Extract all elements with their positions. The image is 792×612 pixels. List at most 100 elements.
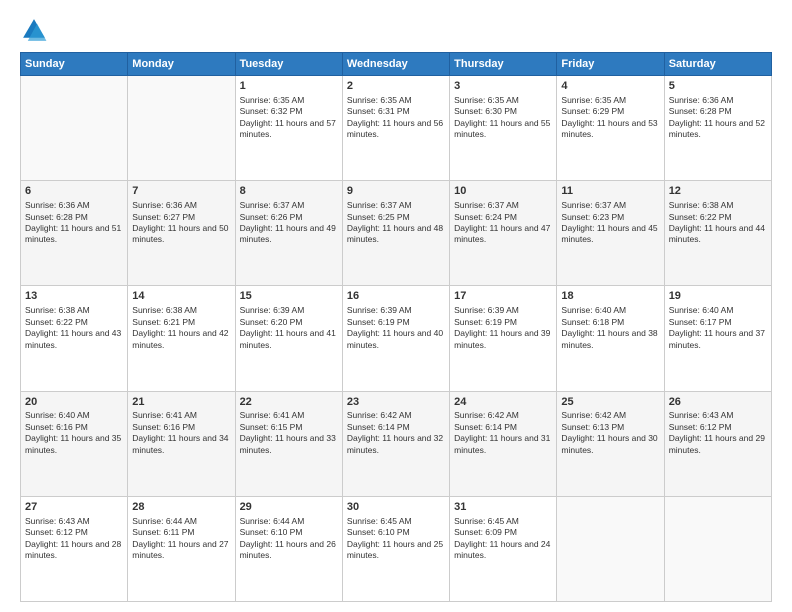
- calendar-cell: [128, 76, 235, 181]
- day-number: 27: [25, 500, 123, 515]
- column-header-friday: Friday: [557, 53, 664, 76]
- day-number: 3: [454, 79, 552, 94]
- day-info: Sunrise: 6:44 AMSunset: 6:11 PMDaylight:…: [132, 516, 230, 562]
- column-header-thursday: Thursday: [450, 53, 557, 76]
- calendar-cell: 26Sunrise: 6:43 AMSunset: 6:12 PMDayligh…: [664, 391, 771, 496]
- day-number: 17: [454, 289, 552, 304]
- calendar-cell: 7Sunrise: 6:36 AMSunset: 6:27 PMDaylight…: [128, 181, 235, 286]
- calendar-week-row: 13Sunrise: 6:38 AMSunset: 6:22 PMDayligh…: [21, 286, 772, 391]
- day-info: Sunrise: 6:42 AMSunset: 6:14 PMDaylight:…: [347, 410, 445, 456]
- calendar-cell: 25Sunrise: 6:42 AMSunset: 6:13 PMDayligh…: [557, 391, 664, 496]
- day-info: Sunrise: 6:38 AMSunset: 6:22 PMDaylight:…: [25, 305, 123, 351]
- day-info: Sunrise: 6:42 AMSunset: 6:13 PMDaylight:…: [561, 410, 659, 456]
- logo-icon: [20, 16, 48, 44]
- day-number: 12: [669, 184, 767, 199]
- calendar-cell: 8Sunrise: 6:37 AMSunset: 6:26 PMDaylight…: [235, 181, 342, 286]
- day-info: Sunrise: 6:45 AMSunset: 6:10 PMDaylight:…: [347, 516, 445, 562]
- calendar-cell: 17Sunrise: 6:39 AMSunset: 6:19 PMDayligh…: [450, 286, 557, 391]
- day-number: 5: [669, 79, 767, 94]
- day-number: 21: [132, 395, 230, 410]
- calendar-cell: 28Sunrise: 6:44 AMSunset: 6:11 PMDayligh…: [128, 496, 235, 601]
- day-info: Sunrise: 6:39 AMSunset: 6:20 PMDaylight:…: [240, 305, 338, 351]
- day-number: 20: [25, 395, 123, 410]
- day-info: Sunrise: 6:39 AMSunset: 6:19 PMDaylight:…: [347, 305, 445, 351]
- day-info: Sunrise: 6:43 AMSunset: 6:12 PMDaylight:…: [25, 516, 123, 562]
- day-number: 23: [347, 395, 445, 410]
- day-number: 2: [347, 79, 445, 94]
- calendar-cell: 3Sunrise: 6:35 AMSunset: 6:30 PMDaylight…: [450, 76, 557, 181]
- day-number: 14: [132, 289, 230, 304]
- day-info: Sunrise: 6:36 AMSunset: 6:28 PMDaylight:…: [25, 200, 123, 246]
- day-number: 13: [25, 289, 123, 304]
- day-number: 9: [347, 184, 445, 199]
- calendar-header-row: SundayMondayTuesdayWednesdayThursdayFrid…: [21, 53, 772, 76]
- calendar-cell: 5Sunrise: 6:36 AMSunset: 6:28 PMDaylight…: [664, 76, 771, 181]
- day-info: Sunrise: 6:36 AMSunset: 6:28 PMDaylight:…: [669, 95, 767, 141]
- day-info: Sunrise: 6:40 AMSunset: 6:17 PMDaylight:…: [669, 305, 767, 351]
- day-number: 7: [132, 184, 230, 199]
- calendar-cell: 31Sunrise: 6:45 AMSunset: 6:09 PMDayligh…: [450, 496, 557, 601]
- calendar-cell: 4Sunrise: 6:35 AMSunset: 6:29 PMDaylight…: [557, 76, 664, 181]
- calendar-week-row: 27Sunrise: 6:43 AMSunset: 6:12 PMDayligh…: [21, 496, 772, 601]
- day-info: Sunrise: 6:41 AMSunset: 6:15 PMDaylight:…: [240, 410, 338, 456]
- column-header-tuesday: Tuesday: [235, 53, 342, 76]
- calendar-cell: [21, 76, 128, 181]
- day-number: 16: [347, 289, 445, 304]
- day-number: 18: [561, 289, 659, 304]
- calendar-cell: 18Sunrise: 6:40 AMSunset: 6:18 PMDayligh…: [557, 286, 664, 391]
- day-info: Sunrise: 6:45 AMSunset: 6:09 PMDaylight:…: [454, 516, 552, 562]
- day-info: Sunrise: 6:35 AMSunset: 6:29 PMDaylight:…: [561, 95, 659, 141]
- day-number: 19: [669, 289, 767, 304]
- day-number: 11: [561, 184, 659, 199]
- calendar-cell: [664, 496, 771, 601]
- page: SundayMondayTuesdayWednesdayThursdayFrid…: [0, 0, 792, 612]
- calendar-cell: 13Sunrise: 6:38 AMSunset: 6:22 PMDayligh…: [21, 286, 128, 391]
- day-number: 29: [240, 500, 338, 515]
- day-info: Sunrise: 6:40 AMSunset: 6:16 PMDaylight:…: [25, 410, 123, 456]
- calendar-week-row: 20Sunrise: 6:40 AMSunset: 6:16 PMDayligh…: [21, 391, 772, 496]
- column-header-wednesday: Wednesday: [342, 53, 449, 76]
- calendar-cell: 10Sunrise: 6:37 AMSunset: 6:24 PMDayligh…: [450, 181, 557, 286]
- calendar-week-row: 6Sunrise: 6:36 AMSunset: 6:28 PMDaylight…: [21, 181, 772, 286]
- day-info: Sunrise: 6:44 AMSunset: 6:10 PMDaylight:…: [240, 516, 338, 562]
- calendar-cell: 12Sunrise: 6:38 AMSunset: 6:22 PMDayligh…: [664, 181, 771, 286]
- calendar-cell: 23Sunrise: 6:42 AMSunset: 6:14 PMDayligh…: [342, 391, 449, 496]
- day-number: 10: [454, 184, 552, 199]
- calendar-cell: 29Sunrise: 6:44 AMSunset: 6:10 PMDayligh…: [235, 496, 342, 601]
- day-number: 26: [669, 395, 767, 410]
- day-info: Sunrise: 6:35 AMSunset: 6:31 PMDaylight:…: [347, 95, 445, 141]
- day-info: Sunrise: 6:43 AMSunset: 6:12 PMDaylight:…: [669, 410, 767, 456]
- day-info: Sunrise: 6:38 AMSunset: 6:21 PMDaylight:…: [132, 305, 230, 351]
- column-header-saturday: Saturday: [664, 53, 771, 76]
- day-info: Sunrise: 6:42 AMSunset: 6:14 PMDaylight:…: [454, 410, 552, 456]
- day-info: Sunrise: 6:37 AMSunset: 6:24 PMDaylight:…: [454, 200, 552, 246]
- calendar-cell: 6Sunrise: 6:36 AMSunset: 6:28 PMDaylight…: [21, 181, 128, 286]
- day-number: 30: [347, 500, 445, 515]
- calendar-cell: 20Sunrise: 6:40 AMSunset: 6:16 PMDayligh…: [21, 391, 128, 496]
- day-number: 15: [240, 289, 338, 304]
- day-number: 28: [132, 500, 230, 515]
- calendar-cell: 14Sunrise: 6:38 AMSunset: 6:21 PMDayligh…: [128, 286, 235, 391]
- day-info: Sunrise: 6:39 AMSunset: 6:19 PMDaylight:…: [454, 305, 552, 351]
- calendar-cell: 16Sunrise: 6:39 AMSunset: 6:19 PMDayligh…: [342, 286, 449, 391]
- column-header-sunday: Sunday: [21, 53, 128, 76]
- calendar-cell: 1Sunrise: 6:35 AMSunset: 6:32 PMDaylight…: [235, 76, 342, 181]
- day-number: 25: [561, 395, 659, 410]
- calendar-cell: 30Sunrise: 6:45 AMSunset: 6:10 PMDayligh…: [342, 496, 449, 601]
- calendar-cell: 9Sunrise: 6:37 AMSunset: 6:25 PMDaylight…: [342, 181, 449, 286]
- calendar-cell: 2Sunrise: 6:35 AMSunset: 6:31 PMDaylight…: [342, 76, 449, 181]
- day-info: Sunrise: 6:38 AMSunset: 6:22 PMDaylight:…: [669, 200, 767, 246]
- day-number: 8: [240, 184, 338, 199]
- calendar-cell: 11Sunrise: 6:37 AMSunset: 6:23 PMDayligh…: [557, 181, 664, 286]
- day-number: 31: [454, 500, 552, 515]
- day-number: 24: [454, 395, 552, 410]
- day-info: Sunrise: 6:40 AMSunset: 6:18 PMDaylight:…: [561, 305, 659, 351]
- calendar-cell: 22Sunrise: 6:41 AMSunset: 6:15 PMDayligh…: [235, 391, 342, 496]
- header: [20, 16, 772, 44]
- day-info: Sunrise: 6:35 AMSunset: 6:32 PMDaylight:…: [240, 95, 338, 141]
- day-number: 6: [25, 184, 123, 199]
- calendar-cell: 19Sunrise: 6:40 AMSunset: 6:17 PMDayligh…: [664, 286, 771, 391]
- calendar-cell: 27Sunrise: 6:43 AMSunset: 6:12 PMDayligh…: [21, 496, 128, 601]
- day-info: Sunrise: 6:37 AMSunset: 6:26 PMDaylight:…: [240, 200, 338, 246]
- day-info: Sunrise: 6:35 AMSunset: 6:30 PMDaylight:…: [454, 95, 552, 141]
